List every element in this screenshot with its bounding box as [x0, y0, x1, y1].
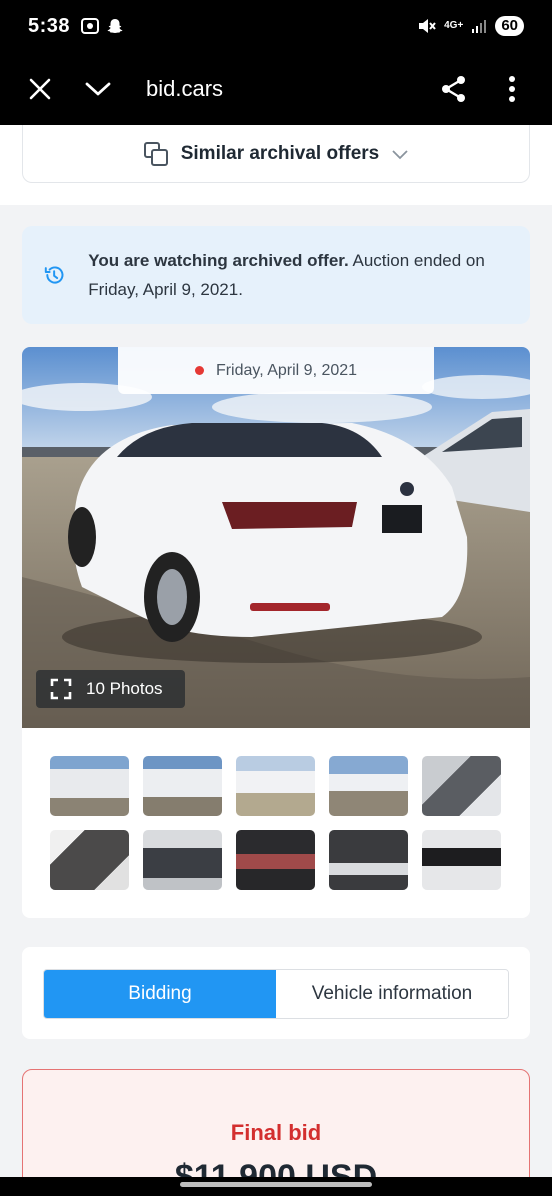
- thumbnail[interactable]: [422, 756, 501, 816]
- url-label[interactable]: bid.cars: [146, 76, 223, 102]
- photo-gallery: Friday, April 9, 2021 10 Photos: [22, 347, 530, 918]
- photos-button[interactable]: 10 Photos: [36, 670, 185, 708]
- share-button[interactable]: [432, 67, 476, 111]
- page-content: Similar archival offers You are watching…: [0, 125, 552, 1177]
- thumbnail[interactable]: [329, 830, 408, 890]
- home-gesture-handle[interactable]: [180, 1182, 372, 1187]
- battery-level: 60: [495, 16, 524, 36]
- share-icon: [442, 75, 465, 102]
- close-button[interactable]: [18, 67, 62, 111]
- more-vert-icon: [509, 75, 515, 102]
- fullscreen-icon: [50, 678, 72, 700]
- chevron-down-icon: [392, 149, 408, 159]
- expand-button[interactable]: [76, 67, 120, 111]
- close-icon: [29, 78, 51, 99]
- thumbnail[interactable]: [50, 756, 129, 816]
- auction-date: Friday, April 9, 2021: [215, 361, 358, 379]
- signal-icon: [472, 20, 487, 33]
- thumbnail[interactable]: [236, 756, 315, 816]
- thumbnail[interactable]: [329, 756, 408, 816]
- tabs-card: Bidding Vehicle information: [22, 947, 530, 1039]
- thumbnail[interactable]: [50, 830, 129, 890]
- network-label: 4G+: [444, 20, 464, 31]
- main-photo[interactable]: Friday, April 9, 2021 10 Photos: [22, 347, 530, 728]
- chevron-down-icon: [85, 82, 111, 95]
- thumbnail[interactable]: [143, 830, 222, 890]
- tab-bidding[interactable]: Bidding: [44, 970, 276, 1018]
- thumbnail[interactable]: [236, 830, 315, 890]
- thumbnail[interactable]: [143, 756, 222, 816]
- tab-vehicle-information[interactable]: Vehicle information: [276, 970, 508, 1018]
- history-icon: [44, 266, 64, 284]
- final-bid-title: Final bid: [230, 1120, 322, 1145]
- final-bid-card: Final bid $11,900 USD: [22, 1069, 530, 1177]
- system-nav-bar: [0, 1177, 552, 1196]
- photos-count-label: 10 Photos: [86, 679, 163, 698]
- similar-offers-dropdown[interactable]: Similar archival offers: [22, 125, 530, 183]
- thumbnail[interactable]: [422, 830, 501, 890]
- tab-bar: Bidding Vehicle information: [43, 969, 509, 1019]
- similar-offers-label: Similar archival offers: [180, 142, 380, 164]
- status-dot-icon: [194, 366, 204, 375]
- screenshot-icon: [81, 18, 100, 34]
- archived-notice: You are watching archived offer. Auction…: [22, 226, 530, 324]
- status-bar: 5:38 4G+ 60: [0, 0, 552, 52]
- final-bid-amount: $11,900 USD: [174, 1158, 378, 1177]
- thumbnail-grid: [50, 756, 505, 890]
- browser-toolbar: bid.cars: [0, 52, 552, 125]
- mute-icon: [419, 19, 436, 33]
- clock: 5:38: [28, 14, 71, 37]
- notice-text: You are watching archived offer. Auction…: [88, 251, 485, 299]
- auction-date-pill: Friday, April 9, 2021: [118, 347, 434, 394]
- more-button[interactable]: [490, 67, 534, 111]
- copy-icon: [143, 141, 168, 166]
- snapchat-icon: [107, 19, 123, 33]
